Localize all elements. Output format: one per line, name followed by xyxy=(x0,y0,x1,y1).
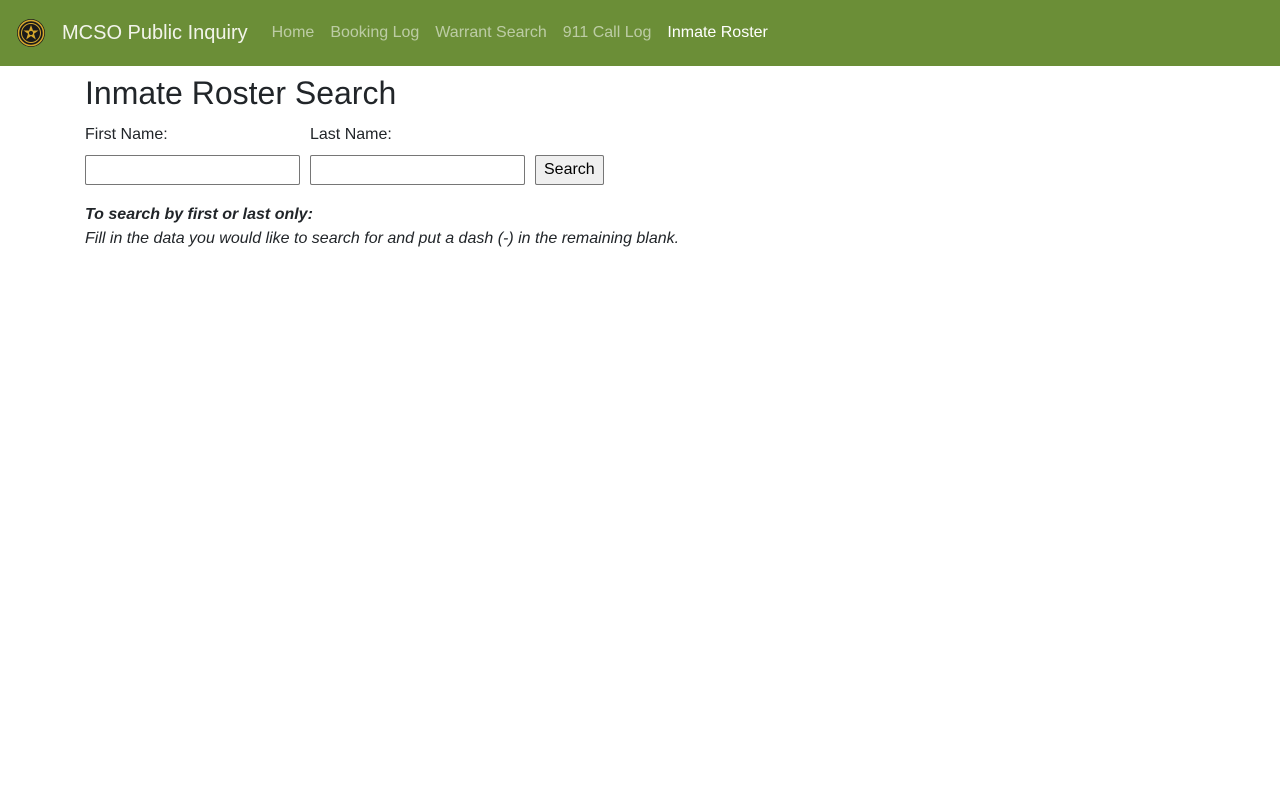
brand-link[interactable]: MCSO Public Inquiry xyxy=(16,18,248,48)
page-title: Inmate Roster Search xyxy=(85,75,397,111)
first-name-group: First Name: xyxy=(85,126,300,186)
inmate-search-form: First Name: Last Name: Search xyxy=(85,126,1185,186)
nav-911-call-log[interactable]: 911 Call Log xyxy=(555,24,660,42)
nav-home[interactable]: Home xyxy=(264,24,323,42)
sheriff-badge-icon xyxy=(16,18,46,48)
last-name-label: Last Name: xyxy=(310,126,392,144)
help-title: To search by first or last only: xyxy=(85,206,313,224)
help-text: Fill in the data you would like to searc… xyxy=(85,230,680,248)
nav-booking-log[interactable]: Booking Log xyxy=(322,24,427,42)
last-name-group: Last Name: xyxy=(310,126,525,186)
last-name-input[interactable] xyxy=(310,155,525,186)
nav-warrant-search[interactable]: Warrant Search xyxy=(427,24,554,42)
brand-title: MCSO Public Inquiry xyxy=(62,21,248,44)
search-button[interactable]: Search xyxy=(535,155,604,186)
first-name-input[interactable] xyxy=(85,155,300,186)
nav-inmate-roster[interactable]: Inmate Roster xyxy=(659,24,775,42)
first-name-label: First Name: xyxy=(85,126,168,144)
main-content: Inmate Roster Search First Name: Last Na… xyxy=(85,66,1185,251)
main-nav: Home Booking Log Warrant Search 911 Call… xyxy=(264,24,776,42)
top-navbar: MCSO Public Inquiry Home Booking Log War… xyxy=(0,0,1280,66)
search-help: To search by first or last only: Fill in… xyxy=(85,203,1185,251)
